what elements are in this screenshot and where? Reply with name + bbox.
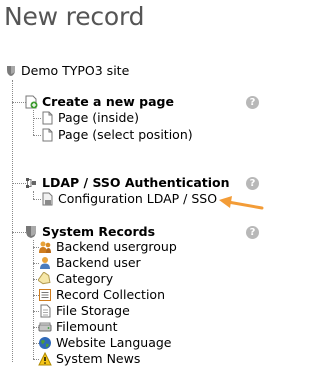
list-item-label: Page (select position): [58, 127, 193, 142]
help-icon[interactable]: ?: [246, 177, 259, 190]
section-create-new-page: Create a new page: [24, 94, 174, 110]
list-item-label: Category: [56, 271, 114, 286]
list-item-backend-user[interactable]: Backend user: [38, 255, 141, 271]
list-item-file-storage[interactable]: File Storage: [38, 303, 130, 319]
list-item-website-language[interactable]: Website Language: [38, 335, 172, 351]
list-item-label: Backend usergroup: [56, 239, 177, 254]
file-storage-icon: [40, 304, 51, 318]
globe-icon: [39, 337, 51, 349]
list-item-label: File Storage: [56, 303, 130, 318]
list-item-category[interactable]: Category: [38, 271, 113, 287]
typo3-logo-icon: [26, 226, 36, 238]
list-item-record-collection[interactable]: Record Collection: [38, 287, 165, 303]
tree-line: [33, 240, 34, 359]
tree-line: [33, 191, 34, 199]
warning-icon: [38, 352, 52, 366]
list-item-label: Record Collection: [56, 287, 165, 302]
list-item-label: Backend user: [56, 255, 141, 270]
section-title: LDAP / SSO Authentication: [42, 175, 230, 190]
record-config-icon: [42, 192, 53, 206]
list-item-page-inside[interactable]: Page (inside): [40, 110, 139, 126]
tree-root-label: Demo TYPO3 site: [21, 63, 130, 78]
annotation-arrow-icon: [219, 196, 264, 210]
list-item-page-select-position[interactable]: Page (select position): [40, 127, 193, 143]
user-group-icon: [39, 241, 51, 253]
list-item-configuration-ldap-sso[interactable]: Configuration LDAP / SSO: [40, 191, 217, 207]
list-item-label: Filemount: [56, 319, 118, 334]
section-ldap-sso: LDAP / SSO Authentication: [24, 175, 230, 191]
list-item-backend-usergroup[interactable]: Backend usergroup: [38, 239, 177, 255]
list-item-label: Page (inside): [58, 110, 139, 125]
tag-icon: [38, 272, 51, 285]
page-title: New record: [4, 2, 145, 31]
page-new-icon: [25, 95, 38, 109]
page-icon: [42, 128, 53, 142]
section-title: System Records: [42, 224, 156, 239]
collection-icon: [39, 289, 51, 301]
help-icon[interactable]: ?: [246, 226, 259, 239]
typo3-logo-icon: [7, 66, 15, 76]
list-item-label: Configuration LDAP / SSO: [58, 191, 218, 206]
user-icon: [40, 257, 50, 269]
list-item-label: Website Language: [56, 335, 172, 350]
tree-line: [33, 110, 34, 135]
extension-icon: [26, 178, 36, 188]
list-item-filemount[interactable]: Filemount: [38, 319, 118, 335]
tree-line: [12, 80, 13, 362]
help-icon[interactable]: ?: [246, 96, 259, 109]
list-item-label: System News: [56, 351, 141, 366]
list-item-system-news[interactable]: System News: [38, 351, 140, 367]
drive-icon: [38, 322, 52, 332]
section-system-records: System Records: [24, 224, 155, 240]
section-title: Create a new page: [42, 94, 174, 109]
page-icon: [42, 111, 53, 125]
